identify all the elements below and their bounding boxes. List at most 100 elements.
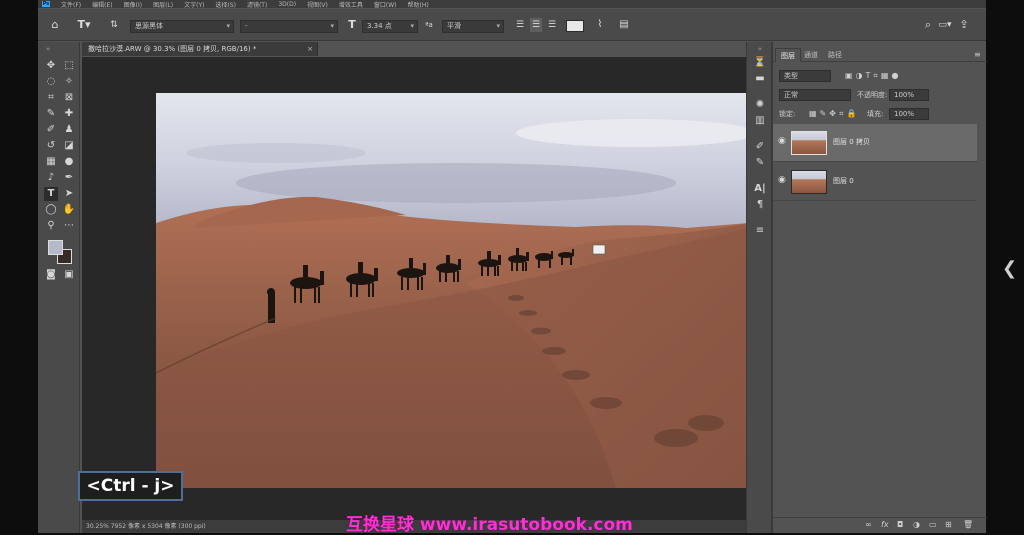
menu-3d[interactable]: 3D(D) xyxy=(278,1,296,8)
text-orientation-icon[interactable]: ⇅ xyxy=(108,18,120,32)
chevron-left-icon[interactable]: ❮ xyxy=(1002,258,1017,279)
brushes-icon[interactable]: ✎ xyxy=(753,156,767,170)
properties-icon[interactable]: ≡ xyxy=(753,224,767,238)
menu-plugins[interactable]: 增效工具 xyxy=(339,0,363,9)
paragraph-icon[interactable]: ¶ xyxy=(753,198,767,212)
history-brush-tool-icon[interactable]: ↺ xyxy=(44,139,58,153)
menu-select[interactable]: 选择(S) xyxy=(215,0,236,9)
hand-tool-icon[interactable]: ✋ xyxy=(62,203,76,217)
levels-icon[interactable]: ▥ xyxy=(753,114,767,128)
group-icon[interactable]: ▭ xyxy=(929,520,937,529)
screen-mode-icon[interactable]: ▣ xyxy=(62,268,76,282)
menu-view[interactable]: 视图(V) xyxy=(307,0,328,9)
menu-edit[interactable]: 编辑(E) xyxy=(92,0,112,9)
opacity-input[interactable]: 100% xyxy=(889,89,929,101)
menu-type[interactable]: 文字(Y) xyxy=(184,0,204,9)
healing-brush-tool-icon[interactable]: ✚ xyxy=(62,107,76,121)
character-panel-icon[interactable]: ▤ xyxy=(618,18,630,32)
tools-panel: » ✥ ⬚ ◌ ✧ ⌗ ⊠ ✎ ✚ ✐ ♟ ↺ ◪ ▦ ● ♪ ✒ T ➤ ◯ … xyxy=(38,42,80,533)
document-title: 撒哈拉沙漠.ARW @ 30.3% (图层 0 拷贝, RGB/16) * xyxy=(88,45,257,53)
brush-settings-icon[interactable]: ✐ xyxy=(753,140,767,154)
antialias-select[interactable]: 平滑 ▾ xyxy=(442,20,504,33)
mask-icon[interactable]: ◘ xyxy=(897,520,903,529)
tab-layers[interactable]: 图层 xyxy=(775,48,801,62)
workspace-icon[interactable]: ▭▾ xyxy=(938,18,952,32)
crop-tool-icon[interactable]: ⌗ xyxy=(44,91,58,105)
align-center-icon[interactable]: ☰ xyxy=(530,18,542,32)
brush-tool-icon[interactable]: ✐ xyxy=(44,123,58,137)
panel-menu-icon[interactable]: ≡ xyxy=(969,48,986,62)
chevron-down-icon: ▾ xyxy=(496,22,500,30)
eyedropper-tool-icon[interactable]: ✎ xyxy=(44,107,58,121)
comments-icon[interactable]: ▬ xyxy=(753,72,767,86)
zoom-tool-icon[interactable]: ⚲ xyxy=(44,219,58,233)
font-size-value: 3.34 点 xyxy=(367,22,392,30)
collapse-icon[interactable]: « xyxy=(753,42,767,56)
dodge-tool-icon[interactable]: ♪ xyxy=(44,171,58,185)
eye-icon[interactable]: ◉ xyxy=(778,175,786,185)
menu-window[interactable]: 窗口(W) xyxy=(374,0,397,9)
path-selection-tool-icon[interactable]: ➤ xyxy=(62,187,76,201)
type-tool-preset-icon[interactable]: T▾ xyxy=(74,18,94,32)
menu-filter[interactable]: 滤镜(T) xyxy=(247,0,267,9)
font-size-select[interactable]: 3.34 点 ▾ xyxy=(362,20,418,33)
opacity-label: 不透明度: xyxy=(857,91,888,99)
ellipse-tool-icon[interactable]: ◯ xyxy=(44,203,58,217)
layer-row[interactable]: ◉ 图层 0 xyxy=(773,163,977,201)
magic-wand-tool-icon[interactable]: ✧ xyxy=(62,75,76,89)
menu-image[interactable]: 图像(I) xyxy=(124,0,142,9)
home-icon[interactable]: ⌂ xyxy=(48,18,62,32)
type-tool-icon[interactable]: T xyxy=(44,187,58,201)
lasso-tool-icon[interactable]: ◌ xyxy=(44,75,58,89)
layer-filter-select[interactable]: 类型 xyxy=(779,70,831,82)
eye-icon[interactable]: ◉ xyxy=(778,136,786,146)
history-icon[interactable]: ⏳ xyxy=(753,56,767,70)
canvas-area[interactable] xyxy=(82,57,772,520)
link-icon[interactable]: ∞ xyxy=(865,520,872,529)
tab-paths[interactable]: 路径 xyxy=(823,48,847,62)
font-style-select[interactable]: - ▾ xyxy=(240,20,338,33)
frame-tool-icon[interactable]: ⊠ xyxy=(62,91,76,105)
blur-tool-icon[interactable]: ● xyxy=(62,155,76,169)
antialias-icon: ªa xyxy=(425,21,433,29)
eraser-tool-icon[interactable]: ◪ xyxy=(62,139,76,153)
menu-help[interactable]: 帮助(H) xyxy=(408,0,429,9)
adjustment-layer-icon[interactable]: ◑ xyxy=(913,520,920,529)
trash-icon[interactable]: 🗑 xyxy=(963,520,973,529)
quick-mask-icon[interactable]: ◙ xyxy=(44,268,58,282)
character-icon[interactable]: A| xyxy=(753,182,767,196)
move-tool-icon[interactable]: ✥ xyxy=(44,59,58,73)
filter-icons[interactable]: ▣◑T⌗▦● xyxy=(845,70,901,82)
text-color-swatch[interactable] xyxy=(566,20,584,32)
stamp-tool-icon[interactable]: ♟ xyxy=(62,123,76,137)
menu-file[interactable]: 文件(F) xyxy=(61,0,81,9)
close-icon[interactable]: × xyxy=(307,42,313,56)
layer-row[interactable]: ◉ 图层 0 拷贝 xyxy=(773,124,977,162)
menu-layer[interactable]: 图层(L) xyxy=(153,0,173,9)
gradient-tool-icon[interactable]: ▦ xyxy=(44,155,58,169)
fx-icon[interactable]: fx xyxy=(881,520,889,529)
fill-input[interactable]: 100% xyxy=(889,108,929,120)
new-layer-icon[interactable]: ⊞ xyxy=(945,520,952,529)
pen-tool-icon[interactable]: ✒ xyxy=(62,171,76,185)
document-tab[interactable]: 撒哈拉沙漠.ARW @ 30.3% (图层 0 拷贝, RGB/16) * × xyxy=(82,42,318,56)
layers-bottom-bar: ∞ fx ◘ ◑ ▭ ⊞ 🗑 xyxy=(773,517,987,533)
share-icon[interactable]: ⇪ xyxy=(958,18,970,32)
tab-channels[interactable]: 通道 xyxy=(799,48,823,62)
more-tools-icon[interactable]: ⋯ xyxy=(62,219,76,233)
font-size-icon: T xyxy=(348,18,356,31)
marquee-tool-icon[interactable]: ⬚ xyxy=(62,59,76,73)
warp-text-icon[interactable]: ⌇ xyxy=(594,18,606,32)
font-family-select[interactable]: 思源黑体 ▾ xyxy=(130,20,234,33)
foreground-color-swatch[interactable] xyxy=(48,240,63,255)
search-icon[interactable]: ⌕ xyxy=(922,18,934,32)
align-left-icon[interactable]: ☰ xyxy=(514,18,526,32)
lock-icons[interactable]: ▦✎✥⌗🔒 xyxy=(809,108,859,120)
collapse-icon[interactable]: » xyxy=(41,42,55,56)
blend-mode-select[interactable]: 正常 xyxy=(779,89,851,101)
panel-icon-strip: « ⏳ ▬ ✺ ▥ ✐ ✎ A| ¶ ≡ xyxy=(746,42,772,533)
opacity-value: 100% xyxy=(894,91,915,99)
adjustments-icon[interactable]: ✺ xyxy=(753,98,767,112)
chevron-down-icon: ▾ xyxy=(410,22,414,30)
align-right-icon[interactable]: ☰ xyxy=(546,18,558,32)
